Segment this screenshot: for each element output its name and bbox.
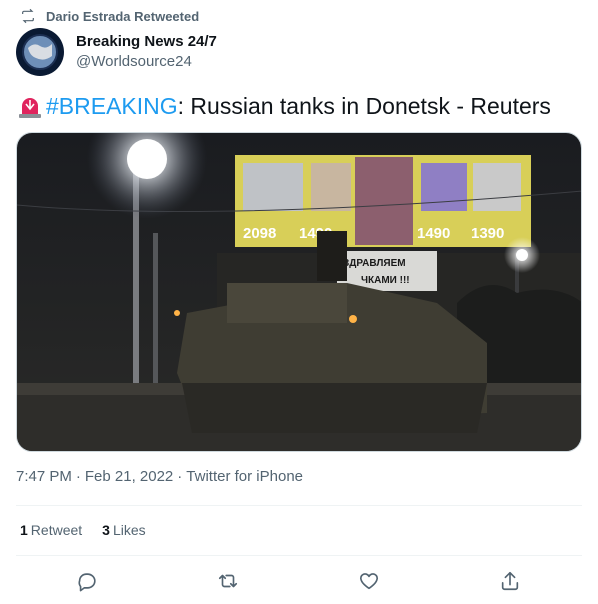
retweet-count-label: Retweet <box>30 522 83 538</box>
siren-emoji-icon <box>16 92 44 120</box>
divider <box>16 555 582 556</box>
like-count: 3 <box>102 522 110 538</box>
retweet-icon <box>218 574 238 588</box>
retweet-context: Dario Estrada Retweeted <box>20 8 199 24</box>
tweet-stats: 1 Retweet 3 Likes <box>20 522 146 538</box>
reply-button[interactable] <box>76 570 98 592</box>
tweet-source[interactable]: Twitter for iPhone <box>186 468 303 485</box>
like-count-label: Likes <box>112 522 146 538</box>
banner-line: ЧКАМИ !!! <box>361 275 410 286</box>
tweet-media-photo[interactable]: 2098 1490 1490 1390 ЗДРАВЛЯЕМ ЧКАМИ !!! <box>16 132 582 452</box>
tweet-meta: 7:47 PM · Feb 21, 2022 · Twitter for iPh… <box>16 468 303 485</box>
retweet-button[interactable] <box>217 570 239 592</box>
tweet-body: : Russian tanks in Donetsk - Reuters <box>177 93 551 119</box>
author-display-name[interactable]: Breaking News 24/7 <box>76 32 217 52</box>
retweeted-by-label[interactable]: Dario Estrada Retweeted <box>46 9 199 24</box>
hashtag-link[interactable]: #BREAKING <box>46 92 178 120</box>
meta-separator: · <box>75 468 81 485</box>
banner-line: ЗДРАВЛЯЕМ <box>343 258 406 269</box>
like-count-link[interactable]: 3 Likes <box>102 522 145 538</box>
meta-separator: · <box>177 468 183 485</box>
billboard-price: 1390 <box>471 225 504 242</box>
share-button[interactable] <box>499 570 521 592</box>
like-icon <box>359 573 379 590</box>
reply-icon <box>78 573 96 592</box>
billboard-price: 2098 <box>243 225 276 242</box>
tweet-text: #BREAKING : Russian tanks in Donetsk - R… <box>16 92 551 120</box>
author-handle[interactable]: @Worldsource24 <box>76 52 217 72</box>
tweet-actions <box>16 562 582 600</box>
retweet-count: 1 <box>20 522 28 538</box>
billboard-price: 1490 <box>417 225 450 242</box>
retweet-icon <box>22 8 34 24</box>
tweet-time[interactable]: 7:47 PM <box>16 468 72 485</box>
divider <box>16 505 582 506</box>
tweet-date[interactable]: Feb 21, 2022 <box>85 468 173 485</box>
like-button[interactable] <box>358 570 380 592</box>
tweet-author[interactable]: Breaking News 24/7 @Worldsource24 <box>16 28 217 76</box>
share-icon <box>501 571 519 591</box>
avatar[interactable] <box>16 28 64 76</box>
retweet-count-link[interactable]: 1 Retweet <box>20 522 82 538</box>
